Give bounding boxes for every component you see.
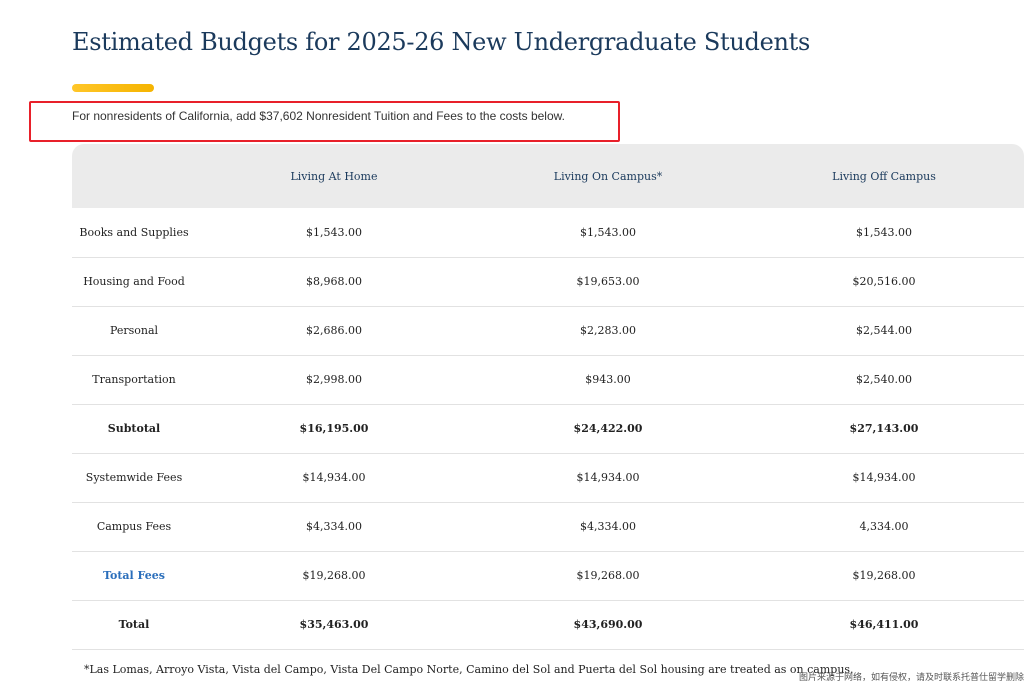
cell-off-campus: $2,540.00 xyxy=(856,373,912,386)
cell-at-home: $2,686.00 xyxy=(306,324,362,337)
cell-at-home: $14,934.00 xyxy=(302,471,366,484)
nonresident-notice: For nonresidents of California, add $37,… xyxy=(72,109,565,123)
cell-at-home: $8,968.00 xyxy=(306,275,362,288)
cell-on-campus: $14,934.00 xyxy=(576,471,640,484)
header-living-on-campus: Living On Campus* xyxy=(553,169,663,183)
table-row: Personal $2,686.00 $2,283.00 $2,544.00 xyxy=(72,306,1024,355)
row-label: Personal xyxy=(109,324,159,337)
cell-on-campus: $43,690.00 xyxy=(573,618,643,631)
cell-at-home: $2,998.00 xyxy=(306,373,362,386)
cell-off-campus: $20,516.00 xyxy=(852,275,916,288)
row-label: Books and Supplies xyxy=(79,225,189,239)
cell-at-home: $4,334.00 xyxy=(306,520,362,533)
row-label: Total xyxy=(118,618,150,631)
cell-at-home: $16,195.00 xyxy=(299,422,369,435)
total-fees-link[interactable]: Total Fees xyxy=(72,551,196,600)
cell-on-campus: $1,543.00 xyxy=(580,225,636,239)
header-label-column xyxy=(72,144,196,208)
table-header-row: Living At Home Living On Campus* Living … xyxy=(72,144,1024,208)
cell-off-campus: $27,143.00 xyxy=(849,422,919,435)
total-fees-row: Total Fees $19,268.00 $19,268.00 $19,268… xyxy=(72,551,1024,600)
cell-on-campus: $2,283.00 xyxy=(580,324,636,337)
row-label: Campus Fees xyxy=(96,520,172,533)
table-row: Housing and Food $8,968.00 $19,653.00 $2… xyxy=(72,257,1024,306)
housing-footnote: *Las Lomas, Arroyo Vista, Vista del Camp… xyxy=(84,663,854,676)
table-row: Campus Fees $4,334.00 $4,334.00 4,334.00 xyxy=(72,502,1024,551)
cell-on-campus: $19,268.00 xyxy=(576,569,640,582)
cell-at-home: $35,463.00 xyxy=(299,618,369,631)
row-label: Transportation xyxy=(92,373,176,386)
cell-off-campus: $1,543.00 xyxy=(856,225,912,239)
watermark-text: 图片来源于网络，如有侵权，请及时联系托普仕留学删除 xyxy=(798,673,1024,683)
cell-at-home: $1,543.00 xyxy=(306,225,362,239)
row-label: Subtotal xyxy=(107,422,161,435)
header-living-off-campus: Living Off Campus xyxy=(832,169,936,183)
title-accent-bar xyxy=(72,84,154,92)
cell-off-campus: $2,544.00 xyxy=(856,324,912,337)
cell-off-campus: 4,334.00 xyxy=(859,520,909,533)
cell-off-campus: $14,934.00 xyxy=(852,471,916,484)
row-label: Housing and Food xyxy=(83,275,185,288)
table-row: Systemwide Fees $14,934.00 $14,934.00 $1… xyxy=(72,453,1024,502)
cell-on-campus: $24,422.00 xyxy=(573,422,643,435)
budget-table: Living At Home Living On Campus* Living … xyxy=(72,144,1024,650)
cell-on-campus: $19,653.00 xyxy=(576,275,640,288)
page-title: Estimated Budgets for 2025-26 New Underg… xyxy=(72,28,811,56)
table-row: Books and Supplies $1,543.00 $1,543.00 $… xyxy=(72,208,1024,257)
cell-on-campus: $943.00 xyxy=(585,373,631,386)
cell-on-campus: $4,334.00 xyxy=(580,520,636,533)
total-row: Total $35,463.00 $43,690.00 $46,411.00 xyxy=(72,600,1024,649)
header-living-at-home: Living At Home xyxy=(290,169,378,183)
subtotal-row: Subtotal $16,195.00 $24,422.00 $27,143.0… xyxy=(72,404,1024,453)
table-row: Transportation $2,998.00 $943.00 $2,540.… xyxy=(72,355,1024,404)
cell-at-home: $19,268.00 xyxy=(302,569,366,582)
cell-off-campus: $19,268.00 xyxy=(852,569,916,582)
cell-off-campus: $46,411.00 xyxy=(849,618,919,631)
row-label: Systemwide Fees xyxy=(85,471,183,484)
